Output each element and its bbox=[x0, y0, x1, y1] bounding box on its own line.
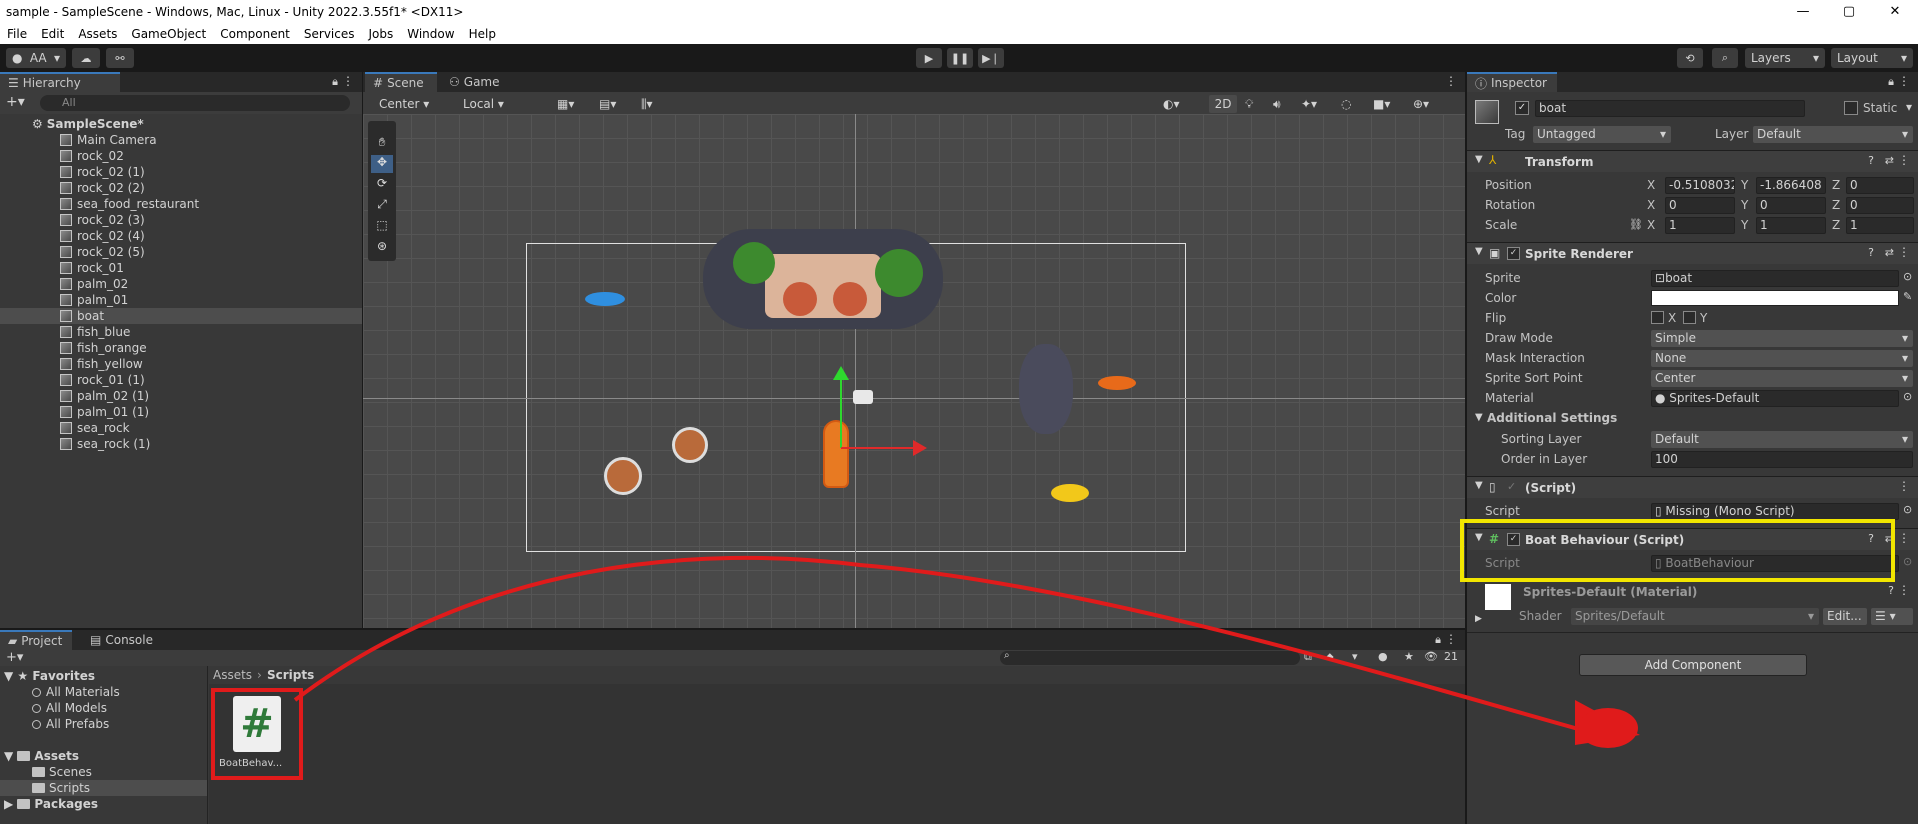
annotation-arrow-path bbox=[293, 555, 1601, 737]
annotation-blob bbox=[1578, 708, 1638, 748]
annotation-arrow-overlay bbox=[293, 555, 1640, 748]
